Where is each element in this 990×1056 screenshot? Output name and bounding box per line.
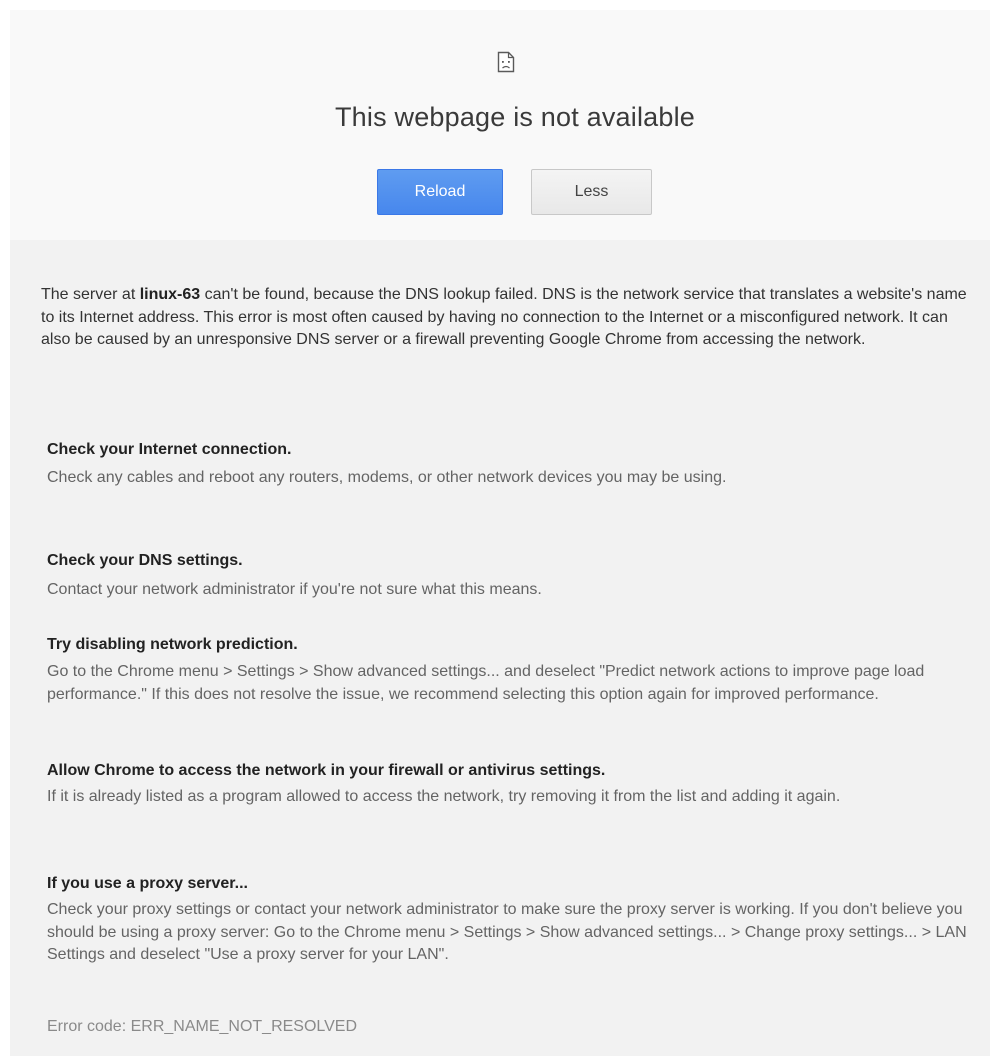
suggestion-text-firewall: If it is already listed as a program all… xyxy=(47,788,841,805)
suggestion-heading-firewall: Allow Chrome to access the network in yo… xyxy=(47,762,606,779)
error-details: The server at linux-63 can't be found, b… xyxy=(10,240,990,1056)
page-title: This webpage is not available xyxy=(334,102,696,132)
error-page: This webpage is not available Reload Les… xyxy=(10,10,990,1056)
less-button[interactable]: Less xyxy=(531,169,652,215)
sad-page-icon xyxy=(497,51,515,73)
suggestion-heading-dns: Check your DNS settings. xyxy=(47,552,243,569)
suggestion-heading-internet: Check your Internet connection. xyxy=(47,441,292,458)
suggestion-text-internet: Check any cables and reboot any routers,… xyxy=(47,469,727,486)
suggestion-text-prediction: Go to the Chrome menu > Settings > Show … xyxy=(47,663,925,703)
server-name: linux-63 xyxy=(139,286,201,303)
error-summary: The server at linux-63 can't be found, b… xyxy=(41,284,971,352)
reload-button[interactable]: Reload xyxy=(377,169,503,215)
suggestion-heading-prediction: Try disabling network prediction. xyxy=(47,636,298,653)
error-header: This webpage is not available Reload Les… xyxy=(10,10,990,240)
suggestion-text-proxy: Check your proxy settings or contact you… xyxy=(47,901,967,963)
error-code: Error code: ERR_NAME_NOT_RESOLVED xyxy=(47,1018,358,1035)
summary-prefix: The server at xyxy=(41,286,140,303)
suggestion-heading-proxy: If you use a proxy server... xyxy=(47,875,248,892)
suggestion-text-dns: Contact your network administrator if yo… xyxy=(47,581,542,598)
